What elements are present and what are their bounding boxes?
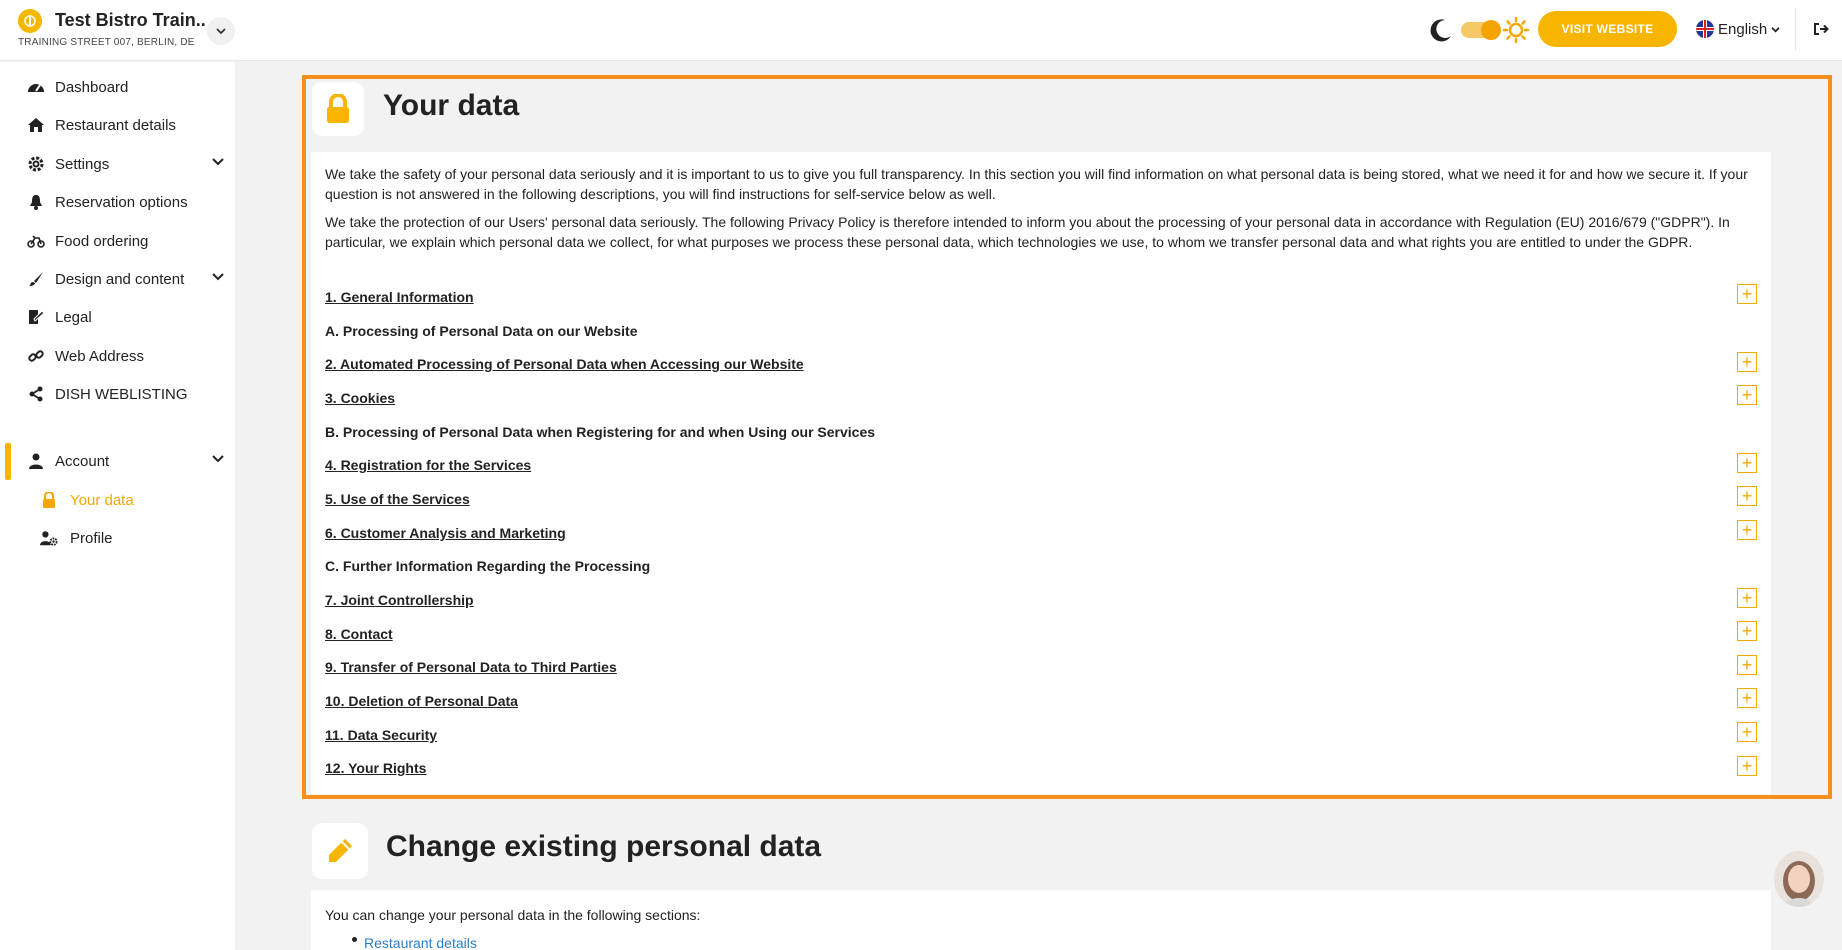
top-header: Test Bistro Train.. TRAINING STREET 007,… <box>0 0 1842 61</box>
sidebar-item-label: Profile <box>70 529 113 547</box>
sidebar-item-account[interactable]: Account <box>0 442 235 480</box>
intro-paragraph-1: We take the safety of your personal data… <box>325 166 1748 202</box>
user-icon <box>27 452 45 470</box>
accordion-registration[interactable]: 4. Registration for the Services <box>325 457 531 473</box>
accordion-customer-analysis[interactable]: 6. Customer Analysis and Marketing <box>325 525 566 541</box>
lock-icon <box>40 491 58 509</box>
plus-icon[interactable]: + <box>1737 520 1757 540</box>
sidebar-item-label: Your data <box>70 491 134 509</box>
accordion-use-of-services[interactable]: 5. Use of the Services <box>325 491 470 507</box>
plus-icon[interactable]: + <box>1737 621 1757 641</box>
accordion-cookies[interactable]: 3. Cookies <box>325 390 395 406</box>
sidebar-item-label: Design and content <box>55 270 185 288</box>
bike-icon <box>27 232 45 250</box>
plus-icon[interactable]: + <box>1737 688 1757 708</box>
chevron-down-icon <box>1771 26 1780 32</box>
change-data-text: You can change your personal data in the… <box>325 907 701 923</box>
plus-icon[interactable]: + <box>1737 284 1757 304</box>
sun-icon[interactable] <box>1502 16 1530 44</box>
sidebar-item-label: Web Address <box>55 347 144 365</box>
pencil-icon <box>312 823 368 879</box>
chevron-down-icon <box>216 28 226 35</box>
sidebar-item-label: DISH WEBLISTING <box>55 385 188 403</box>
restaurant-address: TRAINING STREET 007, BERLIN, DE <box>18 37 195 48</box>
sidebar-item-legal[interactable]: Legal <box>0 298 235 336</box>
sidebar-item-dish-weblisting[interactable]: DISH WEBLISTING <box>0 375 235 413</box>
sidebar-item-label: Food ordering <box>55 232 149 250</box>
change-data-title: Change existing personal data <box>386 830 822 863</box>
plus-icon[interactable]: + <box>1737 722 1757 742</box>
sidebar-item-food-ordering[interactable]: Food ordering <box>0 222 235 260</box>
sidebar-item-web-address[interactable]: Web Address <box>0 337 235 375</box>
chevron-down-icon <box>212 455 224 463</box>
restaurant-switcher-button[interactable] <box>207 17 235 45</box>
support-avatar[interactable] <box>1774 851 1824 907</box>
moon-icon[interactable] <box>1428 17 1454 43</box>
gauge-icon <box>27 78 45 96</box>
gear-icon <box>27 155 45 173</box>
restaurant-logo-icon <box>18 9 42 33</box>
bell-icon <box>27 193 45 211</box>
plus-icon[interactable]: + <box>1737 756 1757 776</box>
sidebar-item-label: Account <box>55 452 110 470</box>
plus-icon[interactable]: + <box>1737 486 1757 506</box>
logout-icon[interactable] <box>1812 20 1830 38</box>
accordion-automated-processing[interactable]: 2. Automated Processing of Personal Data… <box>325 356 804 372</box>
plus-icon[interactable]: + <box>1737 453 1757 473</box>
accordion-your-rights[interactable]: 12. Your Rights <box>325 760 426 776</box>
home-icon <box>27 116 45 134</box>
uk-flag-icon <box>1696 20 1714 38</box>
sidebar-item-your-data[interactable]: Your data <box>0 481 235 519</box>
sidebar-item-label: Settings <box>55 155 110 173</box>
restaurant-name: Test Bistro Train.. <box>55 10 206 30</box>
user-gear-icon <box>40 529 58 547</box>
subheading-b: B. Processing of Personal Data when Regi… <box>325 424 876 440</box>
brush-icon <box>27 270 45 288</box>
sidebar-item-reservation-options[interactable]: Reservation options <box>0 183 235 221</box>
sidebar-item-design-and-content[interactable]: Design and content <box>0 260 235 298</box>
accordion-joint-controllership[interactable]: 7. Joint Controllership <box>325 592 474 608</box>
accordion-contact[interactable]: 8. Contact <box>325 626 393 642</box>
sidebar-item-label: Restaurant details <box>55 116 176 134</box>
chevron-down-icon <box>212 273 224 281</box>
subheading-a: A. Processing of Personal Data on our We… <box>325 323 638 339</box>
plus-icon[interactable]: + <box>1737 385 1757 405</box>
visit-website-button[interactable]: VISIT WEBSITE <box>1538 11 1677 47</box>
plus-icon[interactable]: + <box>1737 352 1757 372</box>
legal-icon <box>27 308 45 326</box>
share-icon <box>27 385 45 403</box>
theme-toggle[interactable] <box>1461 20 1501 40</box>
header-divider <box>1795 8 1796 50</box>
section-lock-icon <box>312 82 364 136</box>
intro-paragraph-2: We take the protection of our Users' per… <box>325 214 1730 250</box>
sidebar-item-label: Legal <box>55 308 92 326</box>
sidebar-item-label: Dashboard <box>55 78 129 96</box>
plus-icon[interactable]: + <box>1737 655 1757 675</box>
accordion-transfer[interactable]: 9. Transfer of Personal Data to Third Pa… <box>325 659 617 675</box>
subheading-c: C. Further Information Regarding the Pro… <box>325 558 651 574</box>
accordion-general-information[interactable]: 1. General Information <box>325 289 474 305</box>
language-label: English <box>1718 20 1768 38</box>
accordion-deletion[interactable]: 10. Deletion of Personal Data <box>325 693 518 709</box>
list-bullet <box>352 937 357 942</box>
page-title: Your data <box>383 89 520 122</box>
language-selector[interactable]: English <box>1696 20 1780 38</box>
sidebar-item-restaurant-details[interactable]: Restaurant details <box>0 106 235 144</box>
sidebar-item-label: Reservation options <box>55 193 188 211</box>
chevron-down-icon <box>212 158 224 166</box>
link-icon <box>27 347 45 365</box>
sidebar-item-profile[interactable]: Profile <box>0 519 235 557</box>
plus-icon[interactable]: + <box>1737 588 1757 608</box>
restaurant-details-link[interactable]: Restaurant details <box>364 935 477 950</box>
accordion-data-security[interactable]: 11. Data Security <box>325 727 437 743</box>
sidebar-item-settings[interactable]: Settings <box>0 145 235 183</box>
sidebar-item-dashboard[interactable]: Dashboard <box>0 68 235 106</box>
